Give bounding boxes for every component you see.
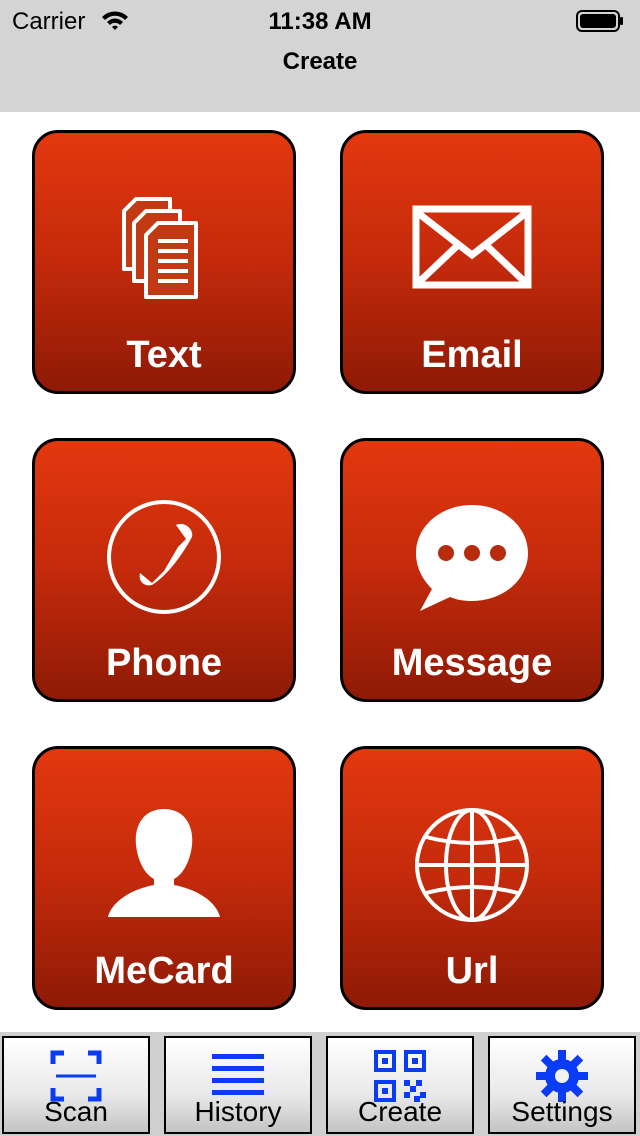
email-tile[interactable]: Email <box>340 130 604 394</box>
tab-create[interactable]: Create <box>326 1036 474 1134</box>
tab-history-label: History <box>194 1096 282 1127</box>
tab-settings[interactable]: Settings <box>488 1036 636 1134</box>
text-tile[interactable]: Text <box>32 130 296 394</box>
documents-icon <box>122 197 198 299</box>
tab-scan[interactable]: Scan <box>2 1036 150 1134</box>
tab-history[interactable]: History <box>164 1036 312 1134</box>
phone-tile[interactable]: Phone <box>32 438 296 702</box>
chat-bubble-icon <box>416 505 528 611</box>
tab-settings-label: Settings <box>511 1096 613 1127</box>
tab-scan-label: Scan <box>44 1096 108 1127</box>
battery-icon <box>576 10 623 32</box>
message-tile-label: Message <box>391 642 553 684</box>
tab-bar: Scan History Create Settings <box>0 1032 640 1136</box>
phone-tile-label: Phone <box>105 642 223 684</box>
tab-create-label: Create <box>357 1096 443 1127</box>
list-icon <box>212 1054 264 1095</box>
url-tile-label: Url <box>445 950 499 992</box>
message-tile[interactable]: Message <box>340 438 604 702</box>
text-tile-label: Text <box>126 334 202 376</box>
clock: 11:38 AM <box>268 8 372 35</box>
mecard-tile-label: MeCard <box>94 950 234 992</box>
email-tile-label: Email <box>421 334 523 376</box>
scan-icon <box>50 1050 102 1102</box>
envelope-icon <box>412 205 532 289</box>
navigation-bar: Create <box>0 40 640 112</box>
url-tile[interactable]: Url <box>340 746 604 1010</box>
qr-code-icon <box>374 1050 426 1102</box>
person-icon <box>108 809 220 917</box>
page-title: Create <box>282 48 358 75</box>
mecard-tile[interactable]: MeCard <box>32 746 296 1010</box>
gear-icon <box>536 1050 588 1102</box>
phone-icon <box>107 500 221 614</box>
globe-icon <box>415 808 529 922</box>
status-bar: Carrier 11:38 AM <box>0 0 640 40</box>
